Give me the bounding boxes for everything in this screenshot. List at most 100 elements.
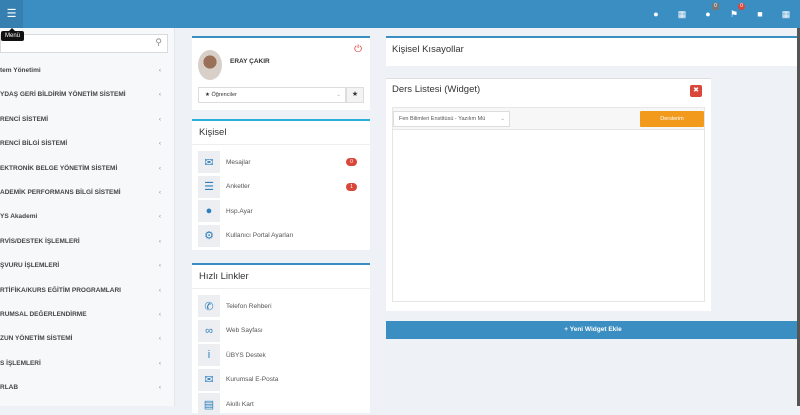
globe-icon[interactable]: ● [650,9,662,19]
count-badge: 1 [346,182,357,191]
quick-link-label: Telefon Rehberi [226,302,272,310]
personal-item[interactable]: ● Hsp.Ayar [198,200,364,222]
chevron-left-icon: ‹ [158,213,161,221]
lock-icon[interactable]: ■ [754,9,766,19]
sidebar-menu-item[interactable]: YS Akademi ‹ [0,207,170,227]
sidebar-menu-item[interactable]: S İŞLEMLERİ ‹ [0,354,170,374]
personal-title: Kişisel [192,121,370,145]
sidebar-menu-item[interactable]: RENCİ BİLGİ SİSTEMİ ‹ [0,134,170,154]
personal-item[interactable]: ☰ Anketler 1 [198,175,364,198]
role-select[interactable]: ★ Öğrenciler ⌄ [198,87,346,103]
phone-icon: ✆ [198,295,220,317]
role-select-value: ★ Öğrenciler [205,92,237,98]
sidebar-menu-item[interactable]: tem Yönetimi ‹ [0,61,170,81]
quick-links-card: Hızlı Linkler ✆ Telefon Rehberi ∞ Web Sayfa… [192,263,370,415]
id-card-icon: ▤ [198,393,220,415]
profile-card: ERAY ÇAKIR ⏻ ★ Öğrenciler ⌄ ★ [192,36,370,110]
chevron-left-icon: ‹ [158,262,161,270]
menu-item-label: RLAB [0,384,19,392]
chevron-left-icon: ‹ [158,189,161,196]
menu-item-label: ADEMİK PERFORMANS BİLGİ SİSTEMİ [0,189,121,196]
chat-icon[interactable]: ● 0 [702,3,719,19]
personal-item[interactable]: ✉ Mesajlar 0 [198,151,364,173]
chevron-left-icon: ‹ [158,164,161,172]
avatar [198,50,222,80]
menu-item-label: ZUN YÖNETİM SİSTEMİ [0,335,73,343]
personal-item-label: Mesajlar [226,158,251,166]
personal-item[interactable]: ⚙ Kullanıcı Portal Ayarları [198,224,364,247]
quick-link-label: Web Sayfası [226,327,263,334]
quick-link-item[interactable]: ✉ Kurumsal E-Posta [198,368,279,391]
sidebar-menu-item[interactable]: RTİFİKA/KURS EĞİTİM PROGRAMLARI ‹ [0,281,170,301]
course-widget: Ders Listesi (Widget) ✖ Fen Bilimleri En… [386,78,711,311]
sidebar-menu-item[interactable]: RENCİ SİSTEMİ ‹ [0,110,170,130]
chat-badge: 0 [712,3,719,10]
count-badge: 0 [346,158,357,166]
program-select[interactable]: Fen Bilimleri Enstitüsü - Yazılım Mü ⌄ [393,111,510,127]
sidebar-menu-item[interactable]: RLAB ‹ [0,378,170,398]
personal-item-label: Anketler [226,183,250,190]
info-icon: i [198,344,220,366]
personal-card: Kişisel ✉ Mesajlar 0 ☰ Anketler 1 ● Hsp.Ayar ⚙ Ku… [192,119,370,250]
shortcuts-card: Kişisel Kısayollar [386,36,800,66]
gear-icon: ⚙ [198,224,220,247]
chevron-left-icon: ‹ [158,237,161,245]
chevron-left-icon: ‹ [158,359,161,367]
chevron-left-icon: ‹ [158,384,161,392]
search-icon: ⚲ [155,37,162,47]
close-widget-button[interactable]: ✖ [690,85,702,97]
sidebar-menu-item[interactable]: YDAŞ GERİ BİLDİRİM YÖNETİM SİSTEMİ ‹ [0,85,170,105]
personal-item-label: Kullanıcı Portal Ayarları [226,232,294,239]
menu-item-label: RUMSAL DEĞERLENDİRME [0,311,87,318]
quick-link-item[interactable]: ▤ Akıllı Kart [198,393,254,415]
quick-link-label: Akıllı Kart [226,400,254,408]
sidebar-menu-item[interactable]: EKTRONİK BELGE YÖNETİM SİSTEMİ ‹ [0,159,170,179]
search-input[interactable]: ⚲ [0,34,168,53]
user-icon: ● [198,200,220,222]
chevron-left-icon: ‹ [158,140,161,148]
sidebar-menu-item[interactable]: ADEMİK PERFORMANS BİLGİ SİSTEMİ ‹ [0,183,170,203]
menu-item-label: RENCİ SİSTEMİ [0,115,49,123]
menu-item-label: ŞVURU İŞLEMLERİ [0,262,60,270]
add-widget-button[interactable]: + Yeni Widget Ekle [386,321,800,339]
menu-item-label: RVİS/DESTEK İŞLEMLERİ [0,237,80,245]
menu-tooltip: Menü [1,28,25,41]
menu-item-label: tem Yönetimi [0,67,41,74]
program-select-value: Fen Bilimleri Enstitüsü - Yazılım Mü [399,116,486,122]
menu-toggle-button[interactable]: ☰ [0,0,23,28]
sidebar-menu-item[interactable]: ŞVURU İŞLEMLERİ ‹ [0,256,170,276]
menu-item-label: RTİFİKA/KURS EĞİTİM PROGRAMLARI [0,286,121,294]
flag-icon[interactable]: ⚑ 0 [728,2,745,20]
top-bar: ☰ ● ▦ ● 0 ⚑ 0 ■ ▦ [0,0,800,28]
sidebar: ⚲ tem Yönetimi ‹ YDAŞ GERİ BİLDİRİM YÖNETİ… [0,28,175,406]
course-widget-body: Fen Bilimleri Enstitüsü - Yazılım Mü ⌄ De… [392,107,705,302]
chevron-left-icon: ‹ [158,91,161,99]
quick-link-label: Kurumsal E-Posta [226,376,279,383]
quick-link-label: ÜBYS Destek [226,351,266,359]
favorite-button[interactable]: ★ [346,87,364,103]
chevron-left-icon: ‹ [158,311,161,318]
quick-link-item[interactable]: i ÜBYS Destek [198,344,266,366]
menu-item-label: EKTRONİK BELGE YÖNETİM SİSTEMİ [0,164,118,172]
calendar-icon[interactable]: ▦ [676,9,688,20]
menu-item-label: YDAŞ GERİ BİLDİRİM YÖNETİM SİSTEMİ [0,91,126,99]
chevron-left-icon: ‹ [158,67,161,74]
menu-item-label: YS Akademi [0,213,38,221]
chevron-left-icon: ‹ [158,286,161,294]
power-icon[interactable]: ⏻ [354,44,362,55]
sidebar-menu-item[interactable]: RVİS/DESTEK İŞLEMLERİ ‹ [0,232,170,252]
quick-link-item[interactable]: ✆ Telefon Rehberi [198,295,272,317]
quick-links-title: Hızlı Linkler [192,265,370,289]
menu-item-label: RENCİ BİLGİ SİSTEMİ [0,140,68,148]
quick-link-item[interactable]: ∞ Web Sayfası [198,319,263,342]
grid-icon[interactable]: ▦ [780,9,792,20]
sidebar-menu-item[interactable]: ZUN YÖNETİM SİSTEMİ ‹ [0,329,170,349]
user-name: ERAY ÇAKIR [230,58,270,65]
envelope-icon: ✉ [198,368,220,391]
chevron-left-icon: ‹ [158,115,161,123]
sidebar-menu-item[interactable]: RUMSAL DEĞERLENDİRME ‹ [0,305,170,325]
menu-item-label: S İŞLEMLERİ [0,359,41,367]
chevron-left-icon: ‹ [158,335,161,343]
personal-item-label: Hsp.Ayar [226,207,253,215]
my-courses-button[interactable]: Derslerim [640,111,704,127]
